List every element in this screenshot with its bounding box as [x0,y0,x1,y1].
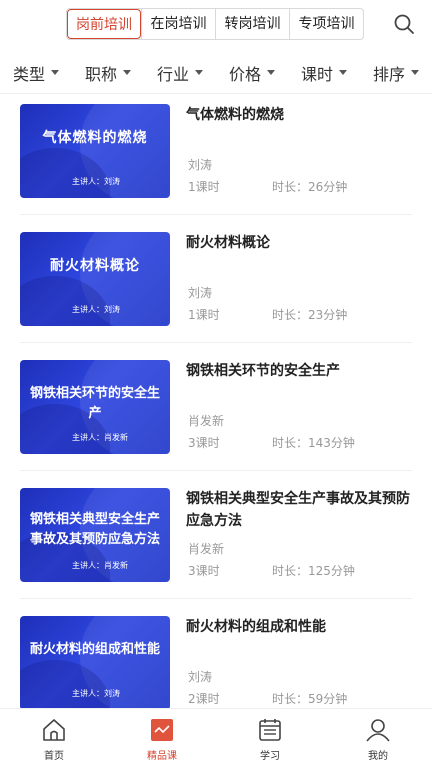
tab-special-training[interactable]: 专项培训 [289,9,363,39]
nav-study[interactable]: 学习 [216,709,324,768]
thumbnail-title: 钢铁相关环节的安全生产 [29,386,160,421]
training-tabs: 岗前培训 在岗培训 转岗培训 专项培训 [66,8,364,40]
filter-label: 排序 [372,64,405,84]
bottom-nav: 首页 精品课 学习 我的 [0,708,432,768]
course-title[interactable]: 钢铁相关典型安全生产事故及其预防应急方法 [186,488,412,532]
thumbnail-title: 耐火材料的组成和性能 [29,642,160,657]
tab-transfer-training[interactable]: 转岗培训 [215,9,289,39]
caret-down-icon [267,70,275,75]
thumbnail-title: 耐火材料概论 [50,258,140,274]
thumbnail-title: 气体燃料的燃烧 [42,130,148,146]
schedule-icon [259,719,281,741]
course-title[interactable]: 耐火材料概论 [186,232,412,254]
course-lessons: 3课时 [188,436,220,450]
tab-on-job-training[interactable]: 在岗培训 [141,9,215,39]
thumbnail-lecturer: 主讲人：刘涛 [72,689,120,698]
course-duration: 时长：143分钟 [272,436,355,450]
course-title[interactable]: 耐火材料的组成和性能 [186,616,412,638]
filter-label: 类型 [12,64,45,84]
course-title[interactable]: 气体燃料的燃烧 [186,104,412,126]
thumbnail-lecturer: 主讲人：刘涛 [72,177,120,186]
thumbnail-lecturer: 主讲人：刘涛 [72,305,120,314]
caret-down-icon [51,70,59,75]
course-thumbnail[interactable]: 气体燃料的燃烧 主讲人：刘涛 [20,104,170,198]
course-item[interactable]: 耐火材料概论 主讲人：刘涛 耐火材料概论 刘涛 1课时 时长：23分钟 [20,232,412,342]
nav-label: 首页 [44,751,64,762]
course-thumbnail[interactable]: 钢铁相关环节的安全生产 主讲人：肖发新 [20,360,170,454]
filter-industry[interactable]: 行业 [144,61,216,85]
filter-label: 职称 [84,64,117,84]
course-lessons: 3课时 [188,564,220,578]
course-duration: 时长：23分钟 [272,308,348,322]
course-teacher: 刘涛 [188,158,213,172]
course-teacher: 刘涛 [188,286,213,300]
filter-bar: 类型 职称 行业 价格 课时 排序 [0,52,432,94]
top-bar: 岗前培训 在岗培训 转岗培训 专项培训 [0,0,432,48]
course-teacher: 肖发新 [188,542,225,556]
nav-home[interactable]: 首页 [0,709,108,768]
course-duration: 时长：26分钟 [272,180,348,194]
course-lessons: 1课时 [188,308,220,322]
course-icon [151,719,173,741]
divider [20,598,412,599]
course-thumbnail[interactable]: 耐火材料概论 主讲人：刘涛 [20,232,170,326]
filter-label: 行业 [156,64,189,84]
divider [20,214,412,215]
nav-label: 学习 [260,751,280,762]
course-list: 气体燃料的燃烧 主讲人：刘涛 气体燃料的燃烧 刘涛 1课时 时长：26分钟 耐火… [0,96,432,708]
user-icon [366,719,390,742]
course-duration: 时长：125分钟 [272,564,355,578]
course-teacher: 刘涛 [188,670,213,684]
caret-down-icon [195,70,203,75]
filter-type[interactable]: 类型 [0,61,72,85]
course-item[interactable]: 钢铁相关环节的安全生产 主讲人：肖发新 钢铁相关环节的安全生产 肖发新 3课时 … [20,360,412,470]
nav-courses[interactable]: 精品课 [108,709,216,768]
course-thumbnail[interactable]: 钢铁相关典型安全生产事故及其预防应急方法 主讲人：肖发新 [20,488,170,582]
home-icon [43,719,65,741]
filter-hours[interactable]: 课时 [288,61,360,85]
nav-label: 我的 [368,751,388,762]
nav-label: 精品课 [147,751,177,762]
caret-down-icon [123,70,131,75]
divider [20,342,412,343]
course-duration: 时长：59分钟 [272,692,348,706]
filter-label: 课时 [300,64,333,84]
course-title[interactable]: 钢铁相关环节的安全生产 [186,360,412,382]
thumbnail-lecturer: 主讲人：肖发新 [72,433,128,442]
filter-sort[interactable]: 排序 [360,61,432,85]
course-thumbnail[interactable]: 耐火材料的组成和性能 主讲人：刘涛 [20,616,170,708]
filter-price[interactable]: 价格 [216,61,288,85]
course-item[interactable]: 耐火材料的组成和性能 主讲人：刘涛 耐火材料的组成和性能 刘涛 2课时 时长：5… [20,616,412,708]
course-item[interactable]: 气体燃料的燃烧 主讲人：刘涛 气体燃料的燃烧 刘涛 1课时 时长：26分钟 [20,104,412,214]
course-item[interactable]: 钢铁相关典型安全生产事故及其预防应急方法 主讲人：肖发新 钢铁相关典型安全生产事… [20,488,412,598]
thumbnail-lecturer: 主讲人：肖发新 [72,561,128,570]
caret-down-icon [339,70,347,75]
search-icon[interactable] [392,12,416,36]
course-lessons: 2课时 [188,692,220,706]
filter-label: 价格 [228,64,261,84]
course-lessons: 1课时 [188,180,220,194]
thumbnail-title: 钢铁相关典型安全生产事故及其预防应急方法 [29,512,160,547]
caret-down-icon [411,70,419,75]
nav-profile[interactable]: 我的 [324,709,432,768]
filter-title[interactable]: 职称 [72,61,144,85]
course-teacher: 肖发新 [188,414,225,428]
divider [20,470,412,471]
tab-pre-job-training[interactable]: 岗前培训 [67,9,141,39]
